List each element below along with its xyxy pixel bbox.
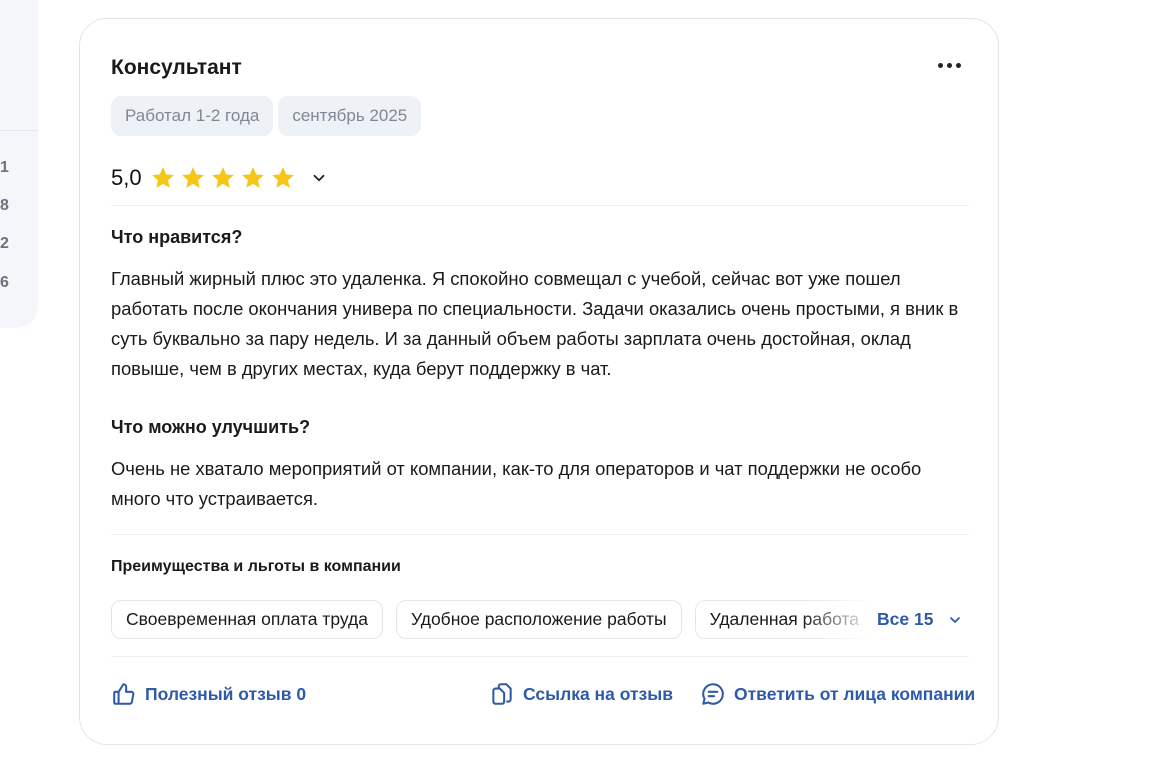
star-icon [181, 167, 204, 188]
star-icon [211, 167, 234, 188]
sidebar-count: 1 [0, 159, 9, 176]
divider [111, 656, 969, 657]
likes-heading: Что нравится? [111, 227, 243, 247]
review-actions: Полезный отзыв 0 Ссылка на отзыв Ответит… [111, 681, 975, 709]
helpful-review-button[interactable]: Полезный отзыв 0 [111, 681, 306, 707]
benefit-chip: Своевременная оплата труда [111, 600, 383, 639]
review-card: Консультант Работал 1-2 года сентябрь 20… [79, 18, 999, 745]
rating-row: 5,0 [111, 165, 328, 191]
reply-as-company-button[interactable]: Ответить от лица компании [700, 681, 975, 707]
improve-text: Очень не хватало мероприятий от компании… [111, 458, 922, 509]
divider [111, 205, 969, 206]
rating-value: 5,0 [111, 165, 142, 190]
review-tags: Работал 1-2 года сентябрь 2025 [111, 96, 422, 136]
copy-link-icon [492, 683, 512, 705]
date-tag: сентябрь 2025 [278, 96, 422, 136]
benefits-heading: Преимущества и льготы в компании [111, 558, 401, 575]
chat-bubble-icon [702, 683, 724, 705]
thumbs-up-icon [113, 683, 135, 705]
copy-review-link-button[interactable]: Ссылка на отзыв [489, 681, 673, 707]
sidebar-count: 8 [0, 197, 9, 214]
benefits-list: Своевременная оплата труда Удобное распо… [111, 600, 871, 639]
likes-text: Главный жирный плюс это удаленка. Я спок… [111, 268, 959, 379]
star-icon [151, 167, 174, 188]
benefit-chip: Удаленная работа [694, 600, 871, 639]
star-icon [241, 167, 264, 188]
show-all-label: Все 15 [877, 609, 934, 629]
helpful-review-label: Полезный отзыв 0 [145, 683, 307, 704]
review-title: Консультант [111, 56, 242, 79]
chevron-down-icon [950, 616, 961, 623]
sidebar-divider [0, 130, 38, 131]
improve-heading: Что можно улучшить? [111, 417, 311, 437]
copy-review-link-label: Ссылка на отзыв [523, 683, 673, 704]
show-all-benefits-button[interactable]: Все 15 [877, 609, 964, 630]
star-icon [271, 167, 294, 188]
reply-as-company-label: Ответить от лица компании [734, 683, 976, 704]
more-options-icon[interactable] [938, 61, 966, 69]
chevron-down-icon[interactable] [310, 169, 328, 187]
benefit-chip: Удобное расположение работы [395, 600, 682, 639]
sidebar-count: 2 [0, 235, 9, 252]
sidebar-count: 6 [0, 274, 9, 291]
tenure-tag: Работал 1-2 года [111, 96, 274, 136]
divider [111, 534, 969, 535]
